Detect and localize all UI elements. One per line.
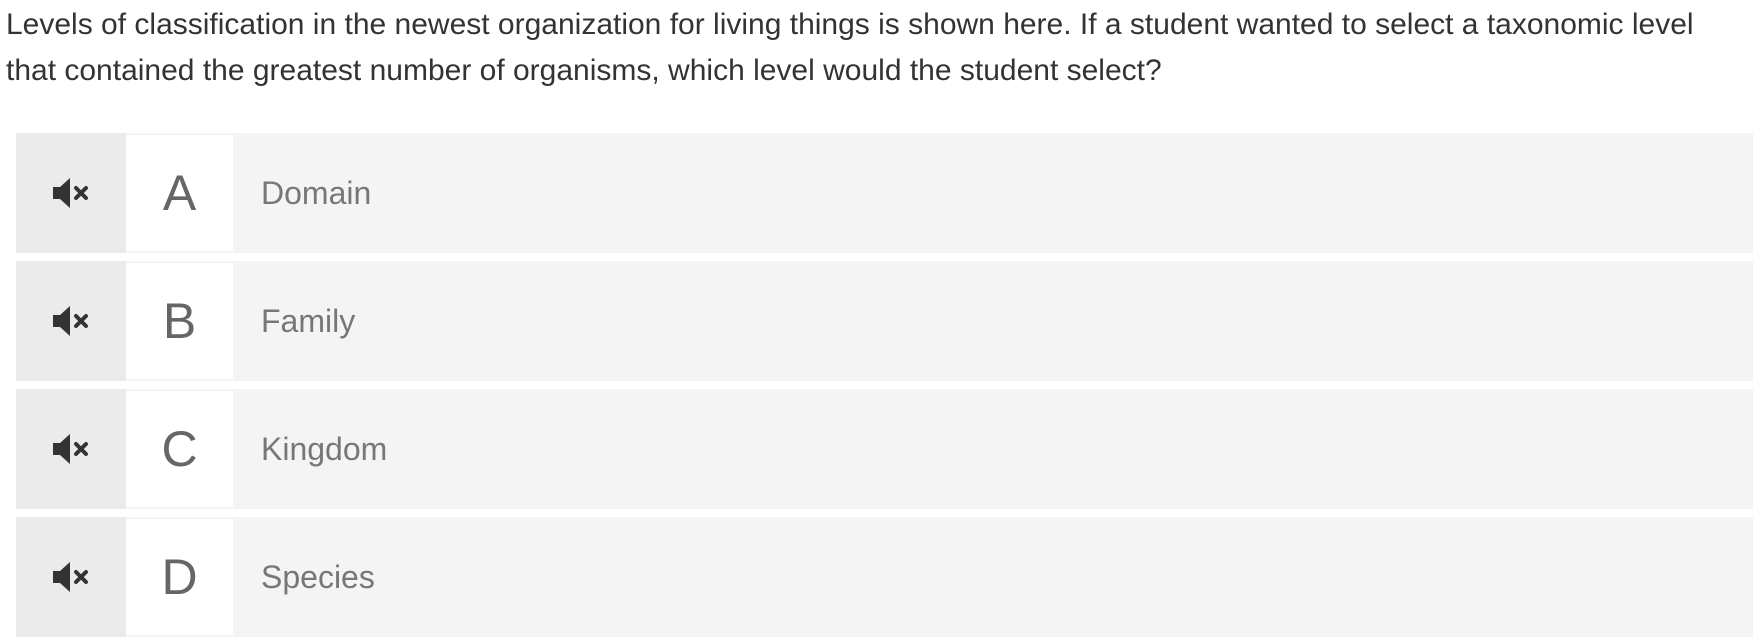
choice-letter: A (126, 135, 233, 251)
choice-d[interactable]: D Species (16, 517, 1753, 637)
speaker-mute-icon (53, 178, 88, 208)
choice-b[interactable]: B Family (16, 261, 1753, 381)
choice-letter: C (126, 391, 233, 507)
choice-label: Domain (261, 174, 372, 211)
speaker-mute-icon (53, 434, 88, 464)
choice-label: Family (261, 302, 356, 339)
choice-a[interactable]: A Domain (16, 133, 1753, 253)
speaker-mute-icon (53, 562, 88, 592)
audio-button-b[interactable] (16, 261, 126, 381)
choice-letter: B (126, 263, 233, 379)
speaker-mute-icon (53, 306, 88, 336)
audio-button-d[interactable] (16, 517, 126, 637)
question-text: Levels of classification in the newest o… (6, 8, 1694, 87)
choice-letter: D (126, 519, 233, 635)
choice-c[interactable]: C Kingdom (16, 389, 1753, 509)
choice-label: Species (261, 558, 375, 595)
answer-choices: A Domain B Family C Kingdom D Species (16, 133, 1753, 637)
audio-button-c[interactable] (16, 389, 126, 509)
audio-button-a[interactable] (16, 133, 126, 253)
choice-label: Kingdom (261, 430, 388, 467)
